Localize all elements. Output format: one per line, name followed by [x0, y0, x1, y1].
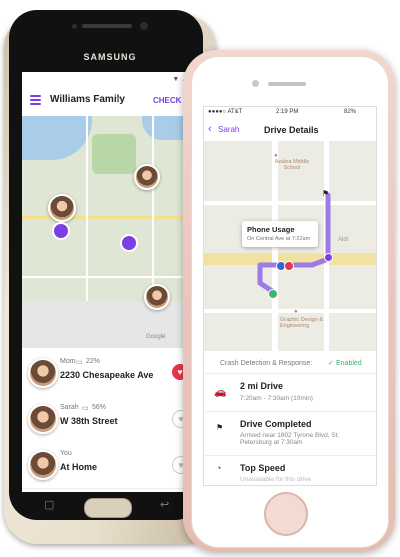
drive-map[interactable]: Azalea Middle School ● Aldi Graphic Desi… [204, 141, 376, 351]
location-dot-icon-2 [120, 234, 138, 252]
drive-time-range: 7:20am - 7:30am (10min) [240, 395, 313, 402]
back-icon[interactable]: ↩ [160, 498, 169, 511]
member-address: W 38th Street [60, 416, 118, 426]
map-road [22, 276, 200, 278]
android-screen: ▼ ▲ ▮ Williams Family ▾ CHECK IN Google … [22, 72, 200, 492]
drive-completed-row[interactable]: ⚑ Drive Completed Arrived near 1802 Tyro… [204, 413, 376, 456]
iphone-home-button[interactable] [264, 492, 308, 536]
avatar [28, 358, 58, 388]
route-point-icon [324, 253, 333, 262]
android-speaker [82, 24, 132, 28]
ios-status-bar: ●●●●○ AT&T 2:19 PM 82% [204, 107, 376, 119]
member-name: You [60, 450, 72, 457]
battery-level: 22% [86, 358, 101, 365]
family-map[interactable]: Google [22, 116, 200, 348]
phone-usage-tooltip[interactable]: Phone Usage On Central Ave at 7:22am [242, 221, 318, 247]
member-name: Mom [60, 358, 76, 365]
map-grid-area [22, 301, 200, 348]
app-bar: Williams Family ▾ CHECK IN [22, 86, 200, 117]
list-item[interactable]: Mom ▭ 22% 2230 Chesapeake Ave ♥ [22, 350, 200, 397]
crash-detection-row: Crash Detection & Response: ✓ Enabled [204, 355, 376, 374]
menu-icon[interactable] [30, 95, 41, 105]
top-speed-value: Unavailable for this drive [240, 476, 312, 483]
avatar-pin-you[interactable] [144, 284, 170, 310]
android-brand: SAMSUNG [83, 52, 137, 62]
android-camera-icon [140, 22, 148, 30]
iphone-camera-icon [252, 80, 259, 87]
tooltip-subtitle: On Central Ave at 7:22am [247, 236, 311, 242]
avatar [28, 450, 58, 480]
drive-distance: 2 mi Drive [240, 381, 284, 391]
drive-completed-address: Arrived near 1802 Tyrone Blvd, St. Peter… [240, 432, 340, 446]
iphone-screen: ●●●●○ AT&T 2:19 PM 82% ‹ Sarah Drive Det… [203, 106, 377, 486]
top-speed-row[interactable]: ◔ Top Speed Unavailable for this drive [204, 457, 376, 485]
battery-icon: ▭ [82, 405, 89, 412]
back-chevron-icon[interactable]: ‹ [208, 123, 212, 135]
top-speed-title: Top Speed [240, 463, 286, 473]
map-highway [22, 216, 200, 219]
android-status-bar: ▼ ▲ ▮ [22, 72, 200, 86]
status-time: 2:19 PM [276, 109, 299, 115]
finish-flag-icon: ⚑ [322, 189, 330, 198]
drive-completed-title: Drive Completed [240, 419, 312, 429]
android-sensor-icon [72, 24, 77, 29]
page-title: Drive Details [264, 125, 319, 135]
circle-title[interactable]: Williams Family [50, 94, 125, 105]
battery-icon: ▭ [76, 359, 83, 366]
tooltip-title: Phone Usage [247, 225, 295, 234]
start-marker [268, 289, 278, 299]
member-address: At Home [60, 462, 98, 472]
avatar [28, 404, 58, 434]
avatar-pin-sarah[interactable] [134, 164, 160, 190]
map-park [92, 134, 136, 174]
battery-level: 56% [92, 404, 107, 411]
nav-bar: ‹ Sarah Drive Details [204, 119, 376, 142]
list-item[interactable]: You At Home ♥ [22, 442, 200, 489]
avatar-pin-mom[interactable] [48, 194, 76, 222]
crash-label: Crash Detection & Response: [220, 360, 313, 367]
member-name: Sarah [60, 404, 79, 411]
check-icon: ✓ [328, 360, 334, 367]
car-icon: 🚗 [214, 387, 227, 398]
speed-marker[interactable] [284, 261, 294, 271]
back-button[interactable]: Sarah [218, 125, 239, 134]
battery-percent: 82% [344, 109, 357, 115]
android-home-button[interactable] [84, 498, 132, 518]
iphone-speaker [268, 82, 306, 86]
location-dot-icon [52, 222, 70, 240]
drive-summary-row[interactable]: 🚗 2 mi Drive 7:20am - 7:30am (10min) [204, 375, 376, 412]
finish-flag-icon: ⚑ [216, 423, 224, 432]
member-address: 2230 Chesapeake Ave [60, 370, 154, 380]
crash-status: Enabled [336, 360, 362, 367]
recent-apps-icon[interactable]: ▢ [44, 498, 54, 511]
carrier: ●●●●○ AT&T [208, 109, 243, 115]
list-item[interactable]: Sarah ▭ 56% W 38th Street ♥ [22, 396, 200, 443]
chevron-down-icon[interactable]: ▾ [116, 94, 120, 103]
map-watermark: Google [146, 334, 166, 340]
map-water [22, 116, 92, 160]
speedometer-icon: ◔ [216, 463, 222, 473]
